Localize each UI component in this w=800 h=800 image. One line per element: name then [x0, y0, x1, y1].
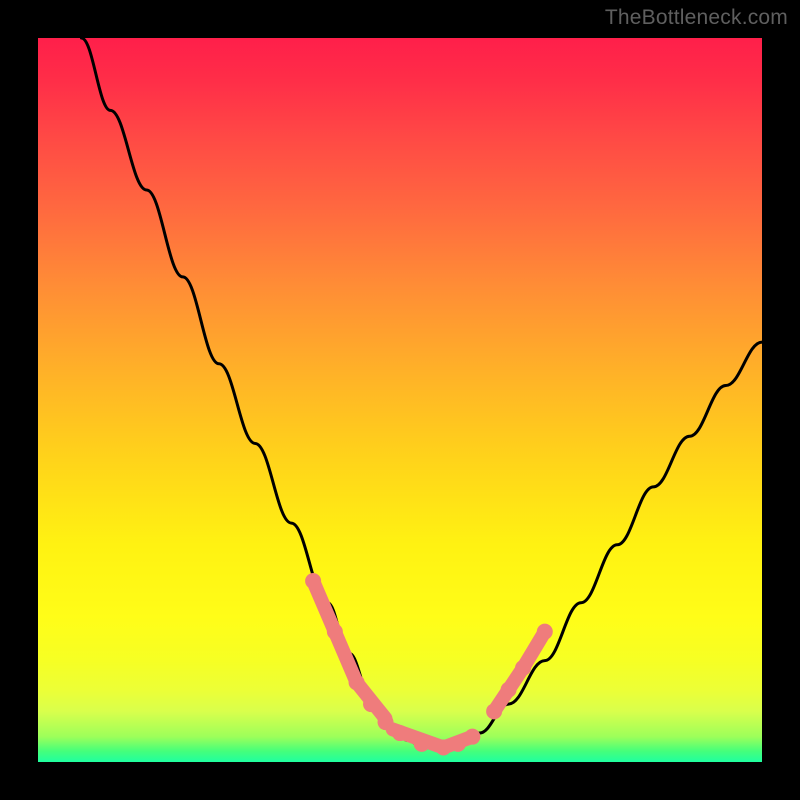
highlight-dot: [349, 674, 365, 690]
highlight-dot: [392, 725, 408, 741]
highlight-dot: [501, 682, 517, 698]
highlight-dot: [515, 660, 531, 676]
highlight-dot: [378, 714, 394, 730]
chart-frame: TheBottleneck.com: [0, 0, 800, 800]
watermark-text: TheBottleneck.com: [605, 6, 788, 30]
highlight-dot: [537, 624, 553, 640]
highlight-dot: [327, 624, 343, 640]
curve-svg: [38, 38, 762, 762]
plot-area: [38, 38, 762, 762]
main-curve: [81, 38, 762, 748]
highlight-dot: [435, 740, 451, 756]
highlight-dot: [363, 696, 379, 712]
highlight-segments: [313, 581, 545, 748]
highlight-dot: [464, 729, 480, 745]
highlight-dot: [486, 703, 502, 719]
highlight-dot: [305, 573, 321, 589]
highlight-dot: [450, 736, 466, 752]
highlight-dot: [414, 736, 430, 752]
